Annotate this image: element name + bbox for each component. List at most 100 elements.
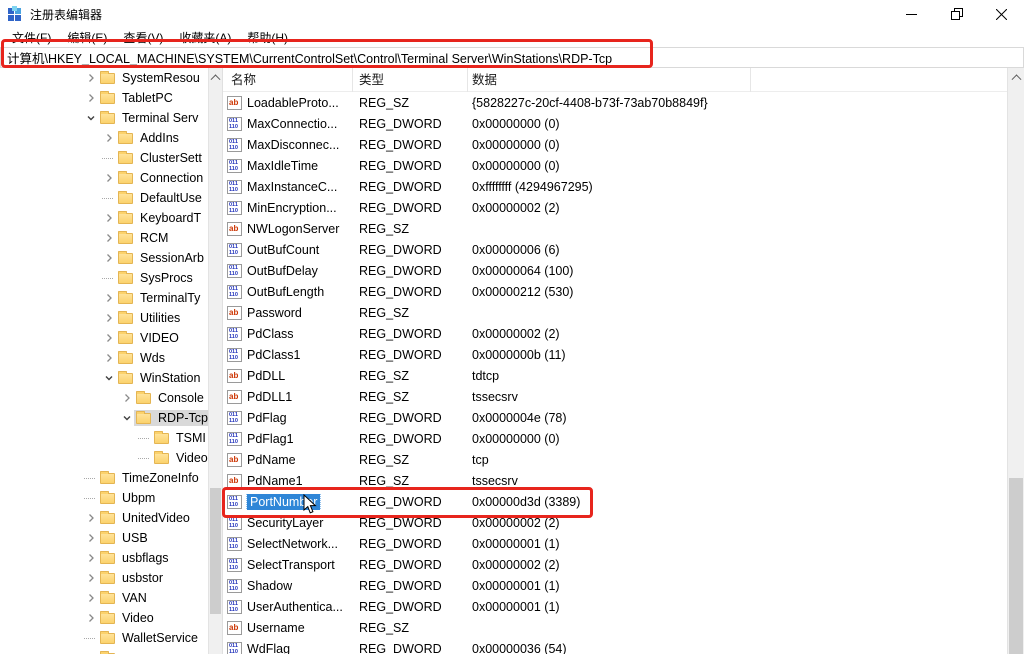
registry-value-row[interactable]: 011110WdFlagREG_DWORD0x00000036 (54) (223, 638, 1007, 654)
value-name[interactable]: Password (247, 306, 302, 320)
value-name[interactable]: Username (247, 621, 305, 635)
registry-value-row[interactable]: PasswordREG_SZ (223, 302, 1007, 323)
chevron-down-icon[interactable] (84, 111, 98, 125)
value-name[interactable]: MaxDisconnec... (247, 138, 339, 152)
chevron-right-icon[interactable] (120, 391, 134, 405)
tree-item[interactable]: WalletService (0, 628, 208, 648)
registry-value-row[interactable]: 011110MaxConnectio...REG_DWORD0x00000000… (223, 113, 1007, 134)
chevron-right-icon[interactable] (102, 351, 116, 365)
tree-item[interactable]: usbflags (0, 548, 208, 568)
chevron-right-icon[interactable] (102, 331, 116, 345)
registry-value-row[interactable]: 011110MaxInstanceC...REG_DWORD0xffffffff… (223, 176, 1007, 197)
value-name[interactable]: PdDLL (247, 369, 285, 383)
registry-value-row[interactable]: 011110PdFlag1REG_DWORD0x00000000 (0) (223, 428, 1007, 449)
chevron-right-icon[interactable] (84, 71, 98, 85)
chevron-right-icon[interactable] (102, 291, 116, 305)
registry-value-row[interactable]: 011110PdFlagREG_DWORD0x0000004e (78) (223, 407, 1007, 428)
value-name[interactable]: OutBufCount (247, 243, 319, 257)
chevron-right-icon[interactable] (102, 211, 116, 225)
tree-item[interactable]: USB (0, 528, 208, 548)
chevron-right-icon[interactable] (84, 591, 98, 605)
tree-item[interactable]: ClusterSett (0, 148, 208, 168)
registry-value-row[interactable]: 011110SelectNetwork...REG_DWORD0x0000000… (223, 533, 1007, 554)
close-button[interactable] (979, 0, 1024, 28)
tree-item[interactable]: TimeZoneInfo (0, 468, 208, 488)
registry-value-row[interactable]: UsernameREG_SZ (223, 617, 1007, 638)
scroll-up-icon[interactable] (1008, 68, 1024, 84)
tree-item[interactable]: TabletPC (0, 88, 208, 108)
tree-item[interactable]: Video (0, 448, 208, 468)
registry-value-row[interactable]: 011110PdClassREG_DWORD0x00000002 (2) (223, 323, 1007, 344)
registry-value-row[interactable]: PdDLLREG_SZtdtcp (223, 365, 1007, 386)
value-name[interactable]: MaxIdleTime (247, 159, 318, 173)
value-name[interactable]: SelectTransport (247, 558, 335, 572)
registry-value-row[interactable]: 011110MaxDisconnec...REG_DWORD0x00000000… (223, 134, 1007, 155)
registry-value-row[interactable]: PdName1REG_SZtssecsrv (223, 470, 1007, 491)
chevron-right-icon[interactable] (84, 91, 98, 105)
chevron-right-icon[interactable] (102, 251, 116, 265)
value-name[interactable]: Shadow (247, 579, 292, 593)
value-name[interactable]: SelectNetwork... (247, 537, 338, 551)
tree-item[interactable]: Terminal Serv (0, 108, 208, 128)
menu-item[interactable]: 编辑(E) (59, 28, 115, 47)
tree-item[interactable]: KeyboardT (0, 208, 208, 228)
value-name[interactable]: NWLogonServer (247, 222, 339, 236)
value-name[interactable]: MinEncryption... (247, 201, 337, 215)
registry-value-row[interactable]: LoadableProto...REG_SZ{5828227c-20cf-440… (223, 92, 1007, 113)
tree-item[interactable]: WinStation (0, 368, 208, 388)
tree-item[interactable]: VIDEO (0, 328, 208, 348)
tree-item[interactable]: SessionArb (0, 248, 208, 268)
address-bar[interactable]: 计算机\HKEY_LOCAL_MACHINE\SYSTEM\CurrentCon… (0, 47, 1024, 68)
registry-value-row[interactable]: 011110SecurityLayerREG_DWORD0x00000002 (… (223, 512, 1007, 533)
tree-item[interactable]: AddIns (0, 128, 208, 148)
tree-item[interactable]: Ubpm (0, 488, 208, 508)
tree-item[interactable]: RCM (0, 228, 208, 248)
registry-value-row[interactable]: 011110MinEncryption...REG_DWORD0x0000000… (223, 197, 1007, 218)
column-header-data[interactable]: 数据 (468, 68, 751, 92)
tree-item[interactable]: Utilities (0, 308, 208, 328)
chevron-right-icon[interactable] (84, 531, 98, 545)
value-name[interactable]: PdClass1 (247, 348, 301, 362)
value-name[interactable]: PdFlag1 (247, 432, 294, 446)
chevron-right-icon[interactable] (102, 171, 116, 185)
chevron-down-icon[interactable] (120, 411, 134, 425)
menu-item[interactable]: 文件(F) (4, 28, 59, 47)
tree-item[interactable]: usbstor (0, 568, 208, 588)
chevron-right-icon[interactable] (84, 571, 98, 585)
chevron-right-icon[interactable] (102, 311, 116, 325)
registry-value-row[interactable]: 011110MaxIdleTimeREG_DWORD0x00000000 (0) (223, 155, 1007, 176)
chevron-down-icon[interactable] (102, 371, 116, 385)
value-name[interactable]: PdFlag (247, 411, 287, 425)
tree-item[interactable]: UnitedVideo (0, 508, 208, 528)
tree-item[interactable]: SystemResou (0, 68, 208, 88)
tree-item[interactable] (0, 648, 208, 654)
registry-value-row[interactable]: PdNameREG_SZtcp (223, 449, 1007, 470)
restore-button[interactable] (934, 0, 979, 28)
tree-scrollbar[interactable] (208, 68, 222, 654)
tree-item[interactable]: Wds (0, 348, 208, 368)
registry-value-row[interactable]: 011110OutBufCountREG_DWORD0x00000006 (6) (223, 239, 1007, 260)
value-name[interactable]: PdClass (247, 327, 294, 341)
column-header-name[interactable]: 名称 (223, 68, 353, 92)
tree-item[interactable]: DefaultUse (0, 188, 208, 208)
registry-value-row[interactable]: PdDLL1REG_SZtssecsrv (223, 386, 1007, 407)
chevron-right-icon[interactable] (84, 511, 98, 525)
registry-value-row[interactable]: 011110UserAuthentica...REG_DWORD0x000000… (223, 596, 1007, 617)
tree-item[interactable]: Console (0, 388, 208, 408)
tree-scrollbar-thumb[interactable] (210, 488, 221, 614)
registry-value-row[interactable]: 011110PortNumberREG_DWORD0x00000d3d (338… (223, 491, 1007, 512)
menu-item[interactable]: 帮助(H) (239, 28, 296, 47)
value-name[interactable]: PdName (247, 453, 296, 467)
value-name[interactable]: PdDLL1 (247, 390, 292, 404)
value-name[interactable]: OutBufLength (247, 285, 324, 299)
value-name[interactable]: OutBufDelay (247, 264, 318, 278)
chevron-right-icon[interactable] (102, 231, 116, 245)
tree-item[interactable]: TSMI (0, 428, 208, 448)
value-name[interactable]: MaxConnectio... (247, 117, 337, 131)
value-name[interactable]: PdName1 (247, 474, 303, 488)
tree-item[interactable]: Video (0, 608, 208, 628)
scroll-up-icon[interactable] (209, 68, 222, 84)
tree-item[interactable]: RDP-Tcp (0, 408, 208, 428)
minimize-button[interactable] (889, 0, 934, 28)
menu-item[interactable]: 收藏夹(A) (171, 28, 239, 47)
